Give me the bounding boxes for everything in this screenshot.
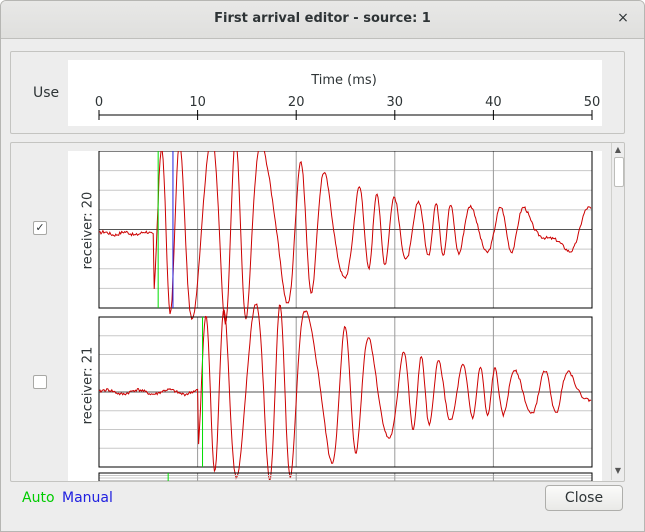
time-axis-area: Time (ms) 0 10 20 30 40 50 — [68, 60, 602, 126]
tick-label: 0 — [95, 95, 103, 110]
receiver-20-label: receiver: 20 — [80, 191, 96, 270]
trace-panel-border — [98, 472, 593, 481]
scrollbar-thumb[interactable] — [614, 157, 624, 187]
axis-title: Time (ms) — [310, 73, 377, 88]
tick-label: 50 — [584, 95, 601, 110]
traces-canvas — [68, 143, 602, 481]
trace-panel — [98, 303, 593, 481]
legend-auto: Auto — [22, 490, 55, 506]
legend-manual: Manual — [62, 490, 113, 506]
traces-svg — [98, 143, 593, 481]
use-checkbox-receiver-20[interactable]: ✓ — [33, 221, 47, 235]
close-button[interactable]: Close — [545, 485, 623, 511]
use-column-label: Use — [33, 85, 60, 101]
window-close-icon[interactable]: × — [614, 9, 632, 27]
tick-label: 10 — [189, 95, 206, 110]
time-axis-header: Use Time (ms) 0 10 20 30 40 50 — [10, 51, 625, 134]
scroll-down-arrow-icon[interactable]: ▼ — [612, 465, 624, 477]
tick-label: 40 — [485, 95, 502, 110]
first-arrival-editor-window: First arrival editor - source: 1 × Use T… — [0, 0, 645, 532]
window-title: First arrival editor - source: 1 — [214, 11, 431, 26]
time-axis-svg: Time (ms) 0 10 20 30 40 50 — [95, 73, 601, 120]
trace-panel — [98, 472, 593, 481]
tick-label: 30 — [387, 95, 404, 110]
title-bar: First arrival editor - source: 1 × — [1, 1, 644, 39]
tick-label: 20 — [288, 95, 305, 110]
trace-panel — [98, 143, 593, 326]
traces-scroll-area[interactable]: ✓ receiver: 20 receiver: 21 ▲ ▼ — [10, 142, 625, 482]
scroll-up-arrow-icon[interactable]: ▲ — [612, 144, 624, 156]
use-checkbox-receiver-21[interactable] — [33, 375, 47, 389]
receiver-21-label: receiver: 21 — [80, 346, 96, 425]
vertical-scrollbar[interactable]: ▲ ▼ — [611, 143, 624, 480]
